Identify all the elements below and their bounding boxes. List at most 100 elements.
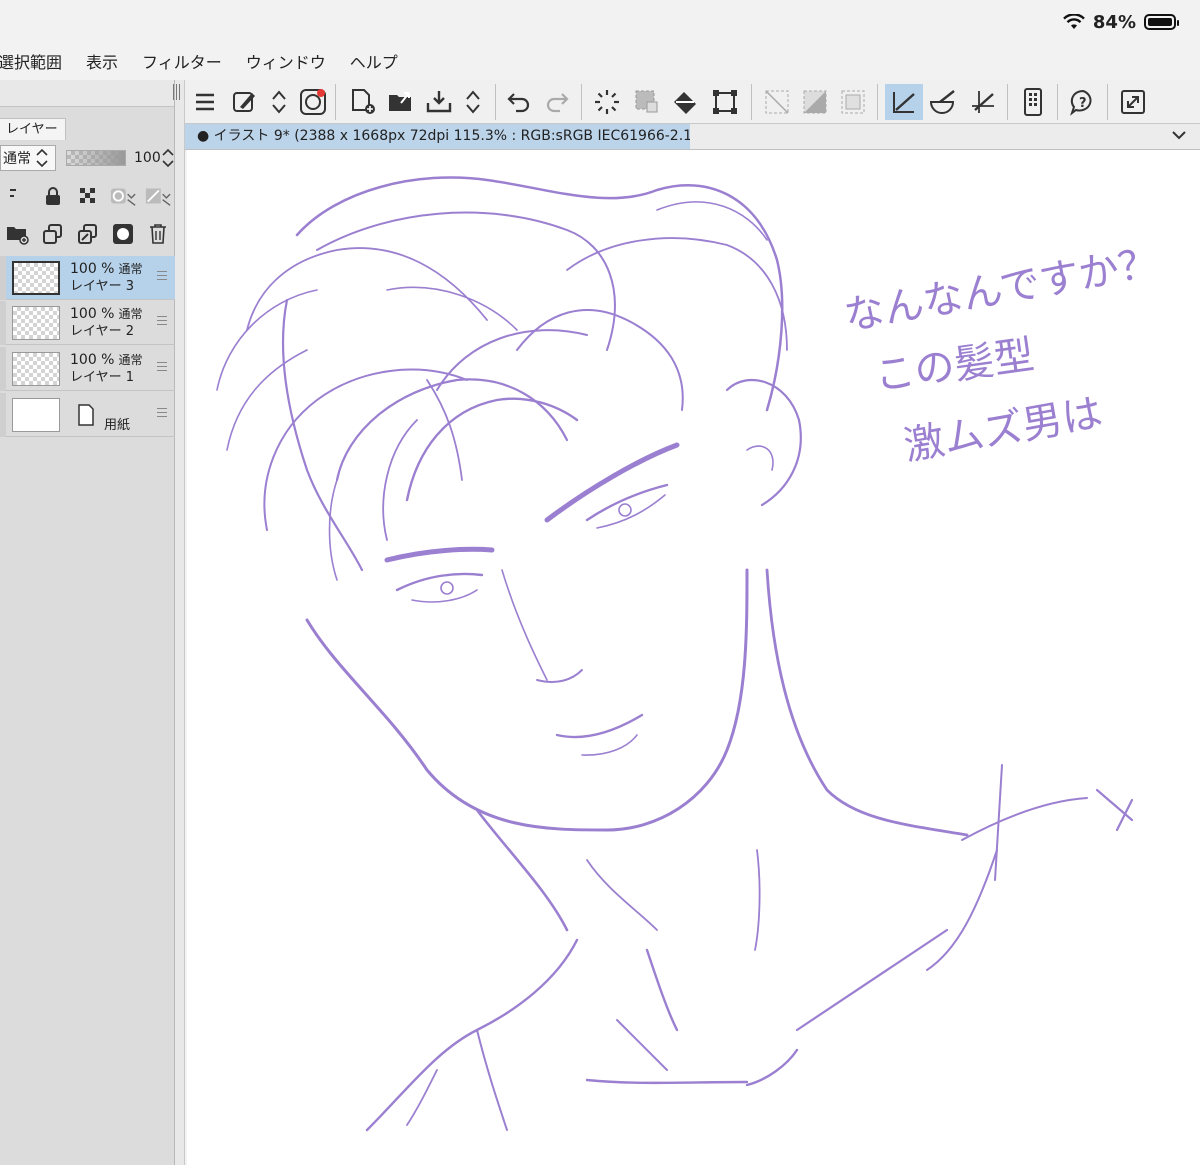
layer-name: レイヤー 1 xyxy=(70,369,135,385)
lock-transparency-icon[interactable] xyxy=(74,182,102,210)
layer-action-row xyxy=(0,216,175,252)
panel-header xyxy=(0,80,174,107)
layer-thumbnail xyxy=(12,351,60,386)
menu-window[interactable]: ウィンドウ xyxy=(234,49,338,73)
menu-filter[interactable]: フィルター xyxy=(130,49,234,73)
svg-text:この髪型: この髪型 xyxy=(872,332,1037,400)
visibility-toggle[interactable] xyxy=(0,255,6,300)
merge-layer-icon[interactable] xyxy=(74,220,102,248)
updown-icon[interactable] xyxy=(261,84,297,120)
companion-icon[interactable] xyxy=(295,84,331,120)
chevron-down-icon[interactable] xyxy=(1170,126,1188,144)
battery-icon xyxy=(1144,14,1179,30)
separator xyxy=(581,84,582,120)
menu-help[interactable]: ヘルプ xyxy=(338,49,410,73)
layer-opacity: 100 % xyxy=(70,260,115,277)
document-tab[interactable]: ● イラスト 9* (2388 x 1668px 72dpi 115.3% : … xyxy=(185,124,690,149)
lock-icon[interactable] xyxy=(39,182,67,210)
layer-mask-icon[interactable] xyxy=(109,220,137,248)
ruler-snap-icon[interactable] xyxy=(885,84,923,120)
panel-divider[interactable] xyxy=(175,80,185,1165)
document-tab-bar: ● イラスト 9* (2388 x 1668px 72dpi 115.3% : … xyxy=(185,124,1200,150)
layer-name: レイヤー 3 xyxy=(70,278,135,294)
paper-layer-row[interactable]: 用紙 xyxy=(0,392,175,437)
select-all-icon[interactable] xyxy=(835,84,871,120)
opacity-slider[interactable] xyxy=(66,150,126,166)
clear-selection-icon[interactable] xyxy=(759,84,795,120)
visibility-toggle[interactable] xyxy=(0,392,6,437)
undo-icon[interactable] xyxy=(501,84,537,120)
open-folder-icon[interactable] xyxy=(383,84,419,120)
layer-blend-mode: 通常 xyxy=(118,261,143,276)
layer-row[interactable]: 100 % 通常 レイヤー 1 xyxy=(0,346,175,391)
drag-handle-icon[interactable] xyxy=(157,271,167,283)
invert-selection-icon[interactable] xyxy=(797,84,833,120)
status-bar: 84% xyxy=(0,0,1200,44)
save-icon[interactable] xyxy=(421,84,457,120)
menu-bar: 選択範囲 表示 フィルター ウィンドウ ヘルプ xyxy=(0,44,1200,78)
layer-row[interactable]: 100 % 通常 レイヤー 2 xyxy=(0,300,175,345)
reference-layer-icon[interactable] xyxy=(109,182,137,210)
layer-opacity: 100 % xyxy=(70,305,115,322)
updown-icon[interactable] xyxy=(455,84,491,120)
tab-layer[interactable]: レイヤー xyxy=(0,118,66,140)
expand-icon[interactable] xyxy=(1115,84,1151,120)
fill-icon[interactable] xyxy=(667,84,703,120)
command-bar: ? xyxy=(185,80,1200,124)
opacity-value[interactable]: 100 xyxy=(134,150,161,166)
new-folder-icon[interactable] xyxy=(4,220,32,248)
wifi-icon xyxy=(1063,14,1085,30)
layer-row[interactable]: 100 % 通常 レイヤー 3 xyxy=(0,255,175,300)
blend-mode-select[interactable]: 通常 xyxy=(0,145,56,171)
drag-handle-icon[interactable] xyxy=(157,408,167,420)
blend-mode-value: 通常 xyxy=(3,151,31,167)
panel-grip-icon[interactable] xyxy=(173,84,181,100)
redo-icon[interactable] xyxy=(539,84,575,120)
drawing-canvas[interactable]: なんなんですか？ この髪型 激ムズ男は xyxy=(187,150,1200,1165)
layer-blend-mode: 通常 xyxy=(118,352,143,367)
visibility-toggle[interactable] xyxy=(0,300,6,345)
loading-icon[interactable] xyxy=(589,84,625,120)
layer-thumbnail xyxy=(12,397,60,432)
menu-icon[interactable] xyxy=(187,84,223,120)
transform-icon[interactable] xyxy=(707,84,743,120)
clip-icon[interactable] xyxy=(4,182,32,210)
separator xyxy=(877,84,878,120)
stepper-icon xyxy=(35,147,49,169)
drag-handle-icon[interactable] xyxy=(157,362,167,374)
svg-text:?: ? xyxy=(1079,96,1087,111)
edit-icon[interactable] xyxy=(227,84,263,120)
help-icon[interactable]: ? xyxy=(1065,84,1101,120)
svg-text:なんなんですか？: なんなんですか？ xyxy=(841,239,1162,340)
layer-panel: レイヤー 通常 100 100 % 通常 レイヤー 3 100 % 通常 レイヤ… xyxy=(0,80,175,1165)
layer-properties-row: 通常 100 xyxy=(0,140,175,176)
device-settings-icon[interactable] xyxy=(1015,84,1051,120)
new-canvas-icon[interactable] xyxy=(345,84,381,120)
status-indicators: 84% xyxy=(1063,10,1179,34)
opacity-stepper-icon[interactable] xyxy=(161,147,175,169)
layer-name: レイヤー 2 xyxy=(70,323,135,339)
sketch-drawing: なんなんですか？ この髪型 激ムズ男は xyxy=(216,176,1162,1132)
selection-area-icon[interactable] xyxy=(629,84,665,120)
separator xyxy=(1107,84,1108,120)
grid-snap-icon[interactable] xyxy=(965,84,1001,120)
delete-layer-icon[interactable] xyxy=(144,220,172,248)
separator xyxy=(1007,84,1008,120)
separator xyxy=(1057,84,1058,120)
battery-percent: 84% xyxy=(1092,11,1136,33)
menu-selection[interactable]: 選択範囲 xyxy=(0,49,74,73)
special-ruler-icon[interactable] xyxy=(925,84,961,120)
layer-name: 用紙 xyxy=(104,418,131,433)
copy-layer-icon[interactable] xyxy=(39,220,67,248)
separator xyxy=(335,84,336,120)
visibility-toggle[interactable] xyxy=(0,346,6,391)
paper-icon xyxy=(76,403,96,427)
layer-thumbnail xyxy=(12,260,60,295)
drag-handle-icon[interactable] xyxy=(157,316,167,328)
layer-opacity: 100 % xyxy=(70,351,115,368)
menu-view[interactable]: 表示 xyxy=(74,49,130,73)
layer-thumbnail xyxy=(12,305,60,340)
separator xyxy=(495,84,496,120)
mask-enable-icon[interactable] xyxy=(144,182,172,210)
separator xyxy=(751,84,752,120)
